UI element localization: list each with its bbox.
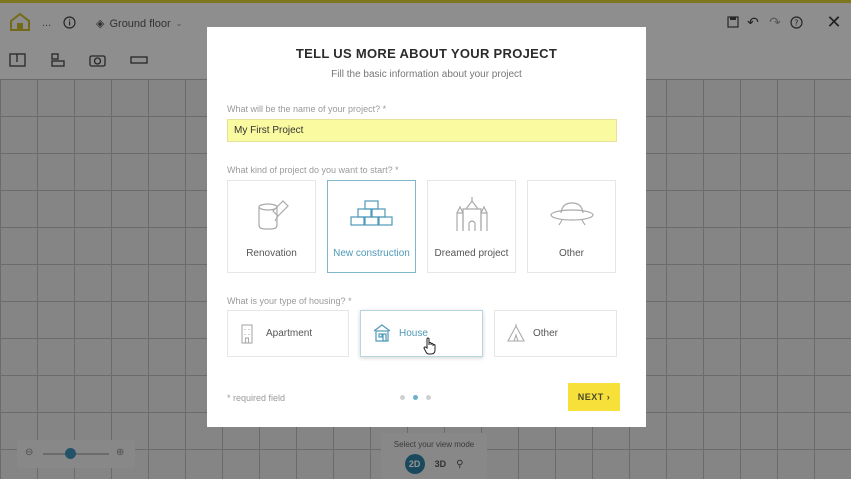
housing-type-label: What is your type of housing? * — [227, 296, 352, 306]
project-name-label: What will be the name of your project? * — [227, 104, 387, 114]
pager-dot[interactable] — [400, 395, 405, 400]
project-type-other[interactable]: Other — [527, 180, 616, 273]
project-type-label: Other — [558, 248, 584, 259]
required-field-note: * required field — [227, 393, 286, 403]
castle-icon — [455, 197, 488, 231]
step-pager — [400, 395, 431, 400]
modal-subtitle: Fill the basic information about your pr… — [331, 69, 522, 80]
next-button-label: NEXT — [577, 392, 604, 402]
tent-icon — [507, 324, 525, 342]
bricks-icon — [349, 200, 393, 226]
ufo-icon — [549, 202, 594, 226]
project-type-label: New construction — [333, 248, 410, 259]
housing-type-house[interactable]: House — [360, 310, 483, 357]
housing-type-text: Other — [533, 328, 559, 339]
hand-pointer-cursor-icon — [423, 337, 436, 355]
pager-dot[interactable] — [426, 395, 431, 400]
pager-dot-active[interactable] — [413, 395, 418, 400]
project-type-renovation[interactable]: Renovation — [227, 180, 316, 273]
project-type-label: Renovation — [246, 248, 297, 259]
project-type-dreamed[interactable]: Dreamed project — [427, 180, 516, 273]
modal-title: TELL US MORE ABOUT YOUR PROJECT — [295, 46, 558, 61]
housing-type-text: Apartment — [266, 328, 313, 339]
housing-type-other[interactable]: Other — [494, 310, 617, 357]
next-button[interactable]: NEXT › — [568, 383, 620, 411]
project-kind-label: What kind of project do you want to star… — [227, 165, 399, 175]
project-name-input[interactable] — [227, 119, 617, 142]
chevron-right-icon: › — [606, 392, 611, 402]
building-icon — [241, 324, 253, 344]
housing-type-apartment[interactable]: Apartment — [227, 310, 349, 357]
project-info-modal: TELL US MORE ABOUT YOUR PROJECT Fill the… — [207, 27, 646, 427]
project-type-label: Dreamed project — [434, 248, 509, 259]
paint-bucket-icon — [257, 200, 289, 230]
project-type-new-construction[interactable]: New construction — [327, 180, 416, 273]
house-icon — [373, 324, 391, 342]
